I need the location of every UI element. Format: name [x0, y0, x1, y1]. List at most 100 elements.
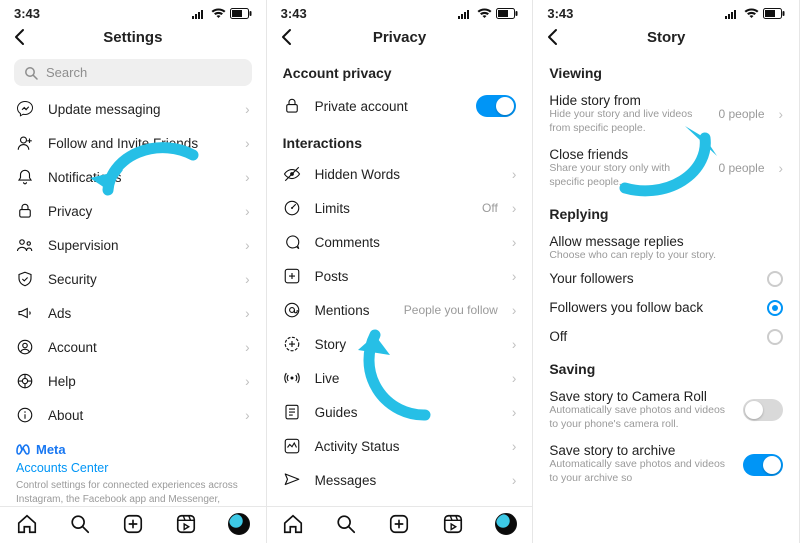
private-account-row[interactable]: Private account [267, 87, 533, 125]
settings-item-follow-invite[interactable]: Follow and Invite Friends › [0, 126, 266, 160]
tab-reels[interactable] [442, 513, 464, 535]
close-friends-row[interactable]: Close friends Share your story only with… [533, 141, 799, 195]
privacy-item-story[interactable]: Story › [267, 327, 533, 361]
private-account-toggle[interactable] [476, 95, 516, 117]
radio-button[interactable] [767, 329, 783, 345]
battery-icon [230, 8, 252, 19]
section-viewing: Viewing [533, 55, 799, 87]
item-label: Private account [315, 99, 463, 114]
add-user-icon [16, 134, 34, 152]
save-camera-toggle[interactable] [743, 399, 783, 421]
status-time: 3:43 [281, 6, 307, 21]
meta-brand-text: Meta [36, 442, 66, 457]
tab-create[interactable] [388, 513, 410, 535]
hide-story-row[interactable]: Hide story from Hide your story and live… [533, 87, 799, 141]
item-subtext: Share your story only with specific peop… [549, 162, 704, 189]
privacy-item-hidden-words[interactable]: Hidden Words › [267, 157, 533, 191]
privacy-item-comments[interactable]: Comments › [267, 225, 533, 259]
tab-search[interactable] [69, 513, 91, 535]
save-camera-roll-row[interactable]: Save story to Camera Roll Automatically … [533, 383, 799, 437]
settings-item-ads[interactable]: Ads › [0, 296, 266, 330]
search-input[interactable]: Search [14, 59, 252, 86]
tab-profile[interactable] [495, 513, 517, 535]
item-value: 0 people [718, 161, 764, 175]
privacy-item-guides[interactable]: Guides › [267, 395, 533, 429]
item-label: Posts [315, 269, 498, 284]
status-bar: 3:43 [0, 0, 266, 23]
tab-home[interactable] [282, 513, 304, 535]
messages-icon [283, 471, 301, 489]
radio-button[interactable] [767, 271, 783, 287]
item-label: Close friends [549, 147, 628, 162]
chevron-right-icon: › [245, 170, 250, 185]
mentions-icon [283, 301, 301, 319]
reply-option-off[interactable]: Off [533, 322, 799, 351]
signal-icon [192, 9, 207, 19]
save-archive-toggle[interactable] [743, 454, 783, 476]
live-icon [283, 369, 301, 387]
meta-description: Control settings for connected experienc… [16, 475, 250, 506]
item-label: Comments [315, 235, 498, 250]
activity-icon [283, 437, 301, 455]
settings-item-help[interactable]: Help › [0, 364, 266, 398]
messenger-icon [16, 100, 34, 118]
section-interactions: Interactions [267, 125, 533, 157]
option-label: Your followers [549, 271, 753, 286]
guides-icon [283, 403, 301, 421]
chevron-right-icon: › [512, 473, 517, 488]
settings-item-about[interactable]: About › [0, 398, 266, 432]
settings-item-account[interactable]: Account › [0, 330, 266, 364]
header: Privacy [267, 23, 533, 55]
item-label: Save story to archive [549, 443, 675, 458]
settings-item-privacy[interactable]: Privacy › [0, 194, 266, 228]
avatar [228, 513, 250, 535]
privacy-item-activity-status[interactable]: Activity Status › [267, 429, 533, 463]
chevron-right-icon: › [512, 337, 517, 352]
item-label: Messages [315, 473, 498, 488]
item-subtext: Automatically save photos and videos to … [549, 404, 729, 431]
settings-item-notifications[interactable]: Notifications › [0, 160, 266, 194]
tab-create[interactable] [122, 513, 144, 535]
accounts-center-link[interactable]: Accounts Center [16, 457, 250, 475]
radio-button[interactable] [767, 300, 783, 316]
save-archive-row[interactable]: Save story to archive Automatically save… [533, 437, 799, 491]
reply-option-your-followers[interactable]: Your followers [533, 264, 799, 293]
settings-item-update-messaging[interactable]: Update messaging › [0, 92, 266, 126]
tab-reels[interactable] [175, 513, 197, 535]
help-icon [16, 372, 34, 390]
chevron-right-icon: › [779, 161, 784, 176]
privacy-item-encryption[interactable]: End-to-end Encryption › [267, 497, 533, 506]
item-label: Save story to Camera Roll [549, 389, 707, 404]
privacy-item-posts[interactable]: Posts › [267, 259, 533, 293]
lock-icon [283, 97, 301, 115]
supervision-icon [16, 236, 34, 254]
tab-search[interactable] [335, 513, 357, 535]
privacy-item-messages[interactable]: Messages › [267, 463, 533, 497]
section-saving: Saving [533, 351, 799, 383]
wifi-icon [744, 8, 759, 19]
chevron-right-icon: › [245, 238, 250, 253]
header: Settings [0, 23, 266, 55]
item-label: Hidden Words [315, 167, 498, 182]
privacy-item-limits[interactable]: Limits Off › [267, 191, 533, 225]
privacy-item-live[interactable]: Live › [267, 361, 533, 395]
item-label: Live [315, 371, 498, 386]
item-label: Limits [315, 201, 468, 216]
chevron-right-icon: › [512, 405, 517, 420]
battery-icon [763, 8, 785, 19]
tab-profile[interactable] [228, 513, 250, 535]
tab-home[interactable] [16, 513, 38, 535]
status-bar: 3:43 [533, 0, 799, 23]
header: Story [533, 23, 799, 55]
comments-icon [283, 233, 301, 251]
chevron-right-icon: › [512, 269, 517, 284]
allow-replies-row: Allow message replies Choose who can rep… [533, 228, 799, 265]
settings-item-security[interactable]: Security › [0, 262, 266, 296]
meta-logo: Meta [16, 442, 250, 457]
reply-option-followers-you-follow[interactable]: Followers you follow back [533, 293, 799, 322]
privacy-item-mentions[interactable]: Mentions People you follow › [267, 293, 533, 327]
chevron-right-icon: › [245, 306, 250, 321]
meta-block: Meta Accounts Center Control settings fo… [0, 432, 266, 506]
settings-item-supervision[interactable]: Supervision › [0, 228, 266, 262]
chevron-right-icon: › [245, 102, 250, 117]
